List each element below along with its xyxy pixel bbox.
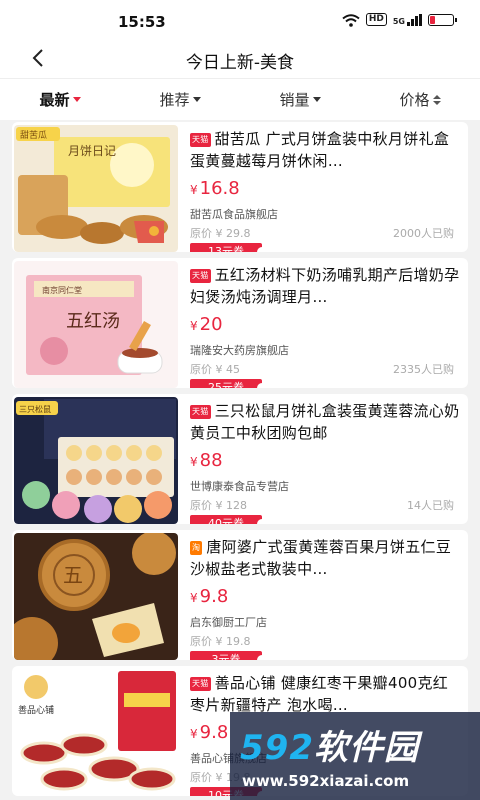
meta-row: 原价 ¥ 45 2335人已购 (190, 361, 460, 376)
watermark-text: 软件园 (313, 728, 419, 768)
price-value: 9.8 (199, 586, 229, 607)
sort-icon (432, 94, 441, 105)
tmall-badge: 天猫 (190, 133, 211, 147)
product-title-text: 甜苦瓜 广式月饼盒装中秋月饼礼盒蛋黄蔓越莓月饼休闲… (190, 130, 450, 170)
product-list: 甜苦瓜 月饼日记 天猫 甜苦瓜 广式月饼盒装中秋月饼礼盒蛋黄蔓越莓月饼休闲… ¥1… (12, 122, 468, 800)
coupon-badge[interactable]: 40元券 (190, 515, 267, 524)
shop-name[interactable]: 甜苦瓜食品旗舰店 (190, 206, 460, 222)
tmall-badge: 天猫 (190, 405, 211, 419)
product-title-text: 善品心铺 健康红枣干果瓣400克红枣片新疆特产 泡水喝… (190, 674, 449, 714)
product-title-text: 三只松鼠月饼礼盒装蛋黄莲蓉流心奶黄员工中秋团购包邮 (190, 402, 460, 442)
tab-recommend[interactable]: 推荐 (120, 79, 240, 120)
tab-price[interactable]: 价格 (360, 79, 480, 120)
taobao-badge: 淘 (190, 541, 203, 555)
box-label: 月饼日记 (68, 144, 116, 158)
product-title-text: 唐阿婆广式蛋黄莲蓉百果月饼五仁豆沙椒盐老式散装中… (190, 538, 452, 578)
original-price: 原价 ¥ 19.8 (190, 635, 251, 648)
coupon-badge[interactable]: 3元券 (190, 651, 267, 660)
product-image[interactable]: 甜苦瓜 月饼日记 (14, 125, 178, 252)
tab-label: 最新 (39, 91, 70, 109)
product-card[interactable]: 三只松鼠 天猫 三只松鼠月饼礼盒装蛋黄莲蓉流心奶黄员工中秋团购包邮 ¥88 世博康… (12, 394, 468, 524)
tab-label: 销量 (279, 91, 310, 109)
shop-name[interactable]: 启东御厨工厂店 (190, 614, 460, 630)
shop-name[interactable]: 世博康泰食品专营店 (190, 478, 460, 494)
product-card[interactable]: 南京同仁堂 五红汤 天猫 五红汤材料下奶汤哺乳期产后增奶孕妇煲汤炖汤调理月… ¥2… (12, 258, 468, 388)
status-bar: 15:53 HD 5G (0, 0, 480, 40)
chevron-down-icon (72, 97, 81, 102)
battery-icon (428, 13, 457, 26)
product-info: 天猫 五红汤材料下奶汤哺乳期产后增奶孕妇煲汤炖汤调理月… ¥20 瑞隆安大药房旗舰… (190, 264, 460, 388)
sort-tabs: 最新 推荐 销量 价格 (0, 78, 480, 120)
product-info: 淘唐阿婆广式蛋黄莲蓉百果月饼五仁豆沙椒盐老式散装中… ¥9.8 启东御厨工厂店 … (190, 536, 460, 660)
brand-label: 甜苦瓜 (20, 129, 47, 141)
sold-count: 2000人已购 (393, 227, 454, 240)
tmall-badge: 天猫 (190, 269, 211, 283)
original-price: 原价 ¥ 128 (190, 499, 247, 512)
watermark-url: www.592xiazai.com (242, 772, 410, 790)
sold-count: 2335人已购 (393, 363, 454, 376)
meta-row: 原价 ¥ 29.8 2000人已购 (190, 225, 460, 240)
status-icons: HD 5G (342, 13, 457, 27)
cake-mark: 五 (63, 563, 83, 587)
nav-bar: 今日上新-美食 (0, 40, 480, 78)
product-title[interactable]: 天猫 善品心铺 健康红枣干果瓣400克红枣片新疆特产 泡水喝… (190, 672, 460, 716)
coupon-badge[interactable]: 25元券 (190, 379, 267, 388)
tab-label: 推荐 (159, 91, 190, 109)
sold-count: 14人已购 (407, 499, 454, 512)
product-image[interactable]: 五 (14, 533, 178, 660)
tmall-badge: 天猫 (190, 677, 211, 691)
chevron-down-icon (312, 97, 321, 102)
signal-icon: 5G (392, 13, 422, 26)
product-price: ¥88 (190, 450, 223, 471)
product-title[interactable]: 天猫 甜苦瓜 广式月饼盒装中秋月饼礼盒蛋黄蔓越莓月饼休闲… (190, 128, 460, 172)
meta-row: 原价 ¥ 128 14人已购 (190, 497, 460, 512)
tab-latest[interactable]: 最新 (0, 79, 120, 120)
shop-name[interactable]: 瑞隆安大药房旗舰店 (190, 342, 460, 358)
coupon-badge[interactable]: 13元券 (190, 243, 267, 252)
meta-row: 原价 ¥ 19.8 (190, 633, 460, 648)
status-time: 15:53 (118, 13, 166, 31)
product-info: 天猫 甜苦瓜 广式月饼盒装中秋月饼礼盒蛋黄蔓越莓月饼休闲… ¥16.8 甜苦瓜食品… (190, 128, 460, 252)
product-price: ¥16.8 (190, 178, 240, 199)
original-price: 原价 ¥ 45 (190, 363, 240, 376)
product-image[interactable]: 南京同仁堂 五红汤 (14, 261, 178, 388)
brand-label: 善品心铺 (18, 704, 54, 716)
price-value: 16.8 (199, 178, 240, 199)
watermark-number: 592 (240, 728, 314, 768)
product-title[interactable]: 淘唐阿婆广式蛋黄莲蓉百果月饼五仁豆沙椒盐老式散装中… (190, 536, 460, 580)
watermark: 592软件园 www.592xiazai.com (230, 712, 480, 800)
product-image[interactable]: 善品心铺 (14, 669, 178, 796)
page-title: 今日上新-美食 (185, 53, 295, 73)
chevron-down-icon (192, 97, 201, 102)
tab-label: 价格 (399, 91, 430, 109)
tab-sales[interactable]: 销量 (240, 79, 360, 120)
product-title[interactable]: 天猫 三只松鼠月饼礼盒装蛋黄莲蓉流心奶黄员工中秋团购包邮 (190, 400, 460, 444)
product-title-text: 五红汤材料下奶汤哺乳期产后增奶孕妇煲汤炖汤调理月… (190, 266, 460, 306)
product-price: ¥9.8 (190, 586, 229, 607)
product-image[interactable]: 三只松鼠 (14, 397, 178, 524)
box-label: 五红汤 (66, 311, 120, 332)
product-card[interactable]: 五 淘唐阿婆广式蛋黄莲蓉百果月饼五仁豆沙椒盐老式散装中… ¥9.8 启东御厨工厂… (12, 530, 468, 660)
brand-label: 南京同仁堂 (42, 285, 82, 295)
brand-label: 三只松鼠 (19, 404, 51, 414)
product-card[interactable]: 甜苦瓜 月饼日记 天猫 甜苦瓜 广式月饼盒装中秋月饼礼盒蛋黄蔓越莓月饼休闲… ¥1… (12, 122, 468, 252)
watermark-logo: 592软件园 (240, 720, 419, 769)
product-info: 天猫 三只松鼠月饼礼盒装蛋黄莲蓉流心奶黄员工中秋团购包邮 ¥88 世博康泰食品专营… (190, 400, 460, 524)
price-value: 9.8 (199, 722, 229, 743)
wifi-icon (342, 13, 360, 27)
product-price: ¥20 (190, 314, 223, 335)
signal-label: 5G (392, 16, 405, 26)
price-value: 20 (199, 314, 223, 335)
original-price: 原价 ¥ 29.8 (190, 227, 251, 240)
product-title[interactable]: 天猫 五红汤材料下奶汤哺乳期产后增奶孕妇煲汤炖汤调理月… (190, 264, 460, 308)
hd-badge: HD (365, 13, 387, 26)
price-value: 88 (199, 450, 223, 471)
